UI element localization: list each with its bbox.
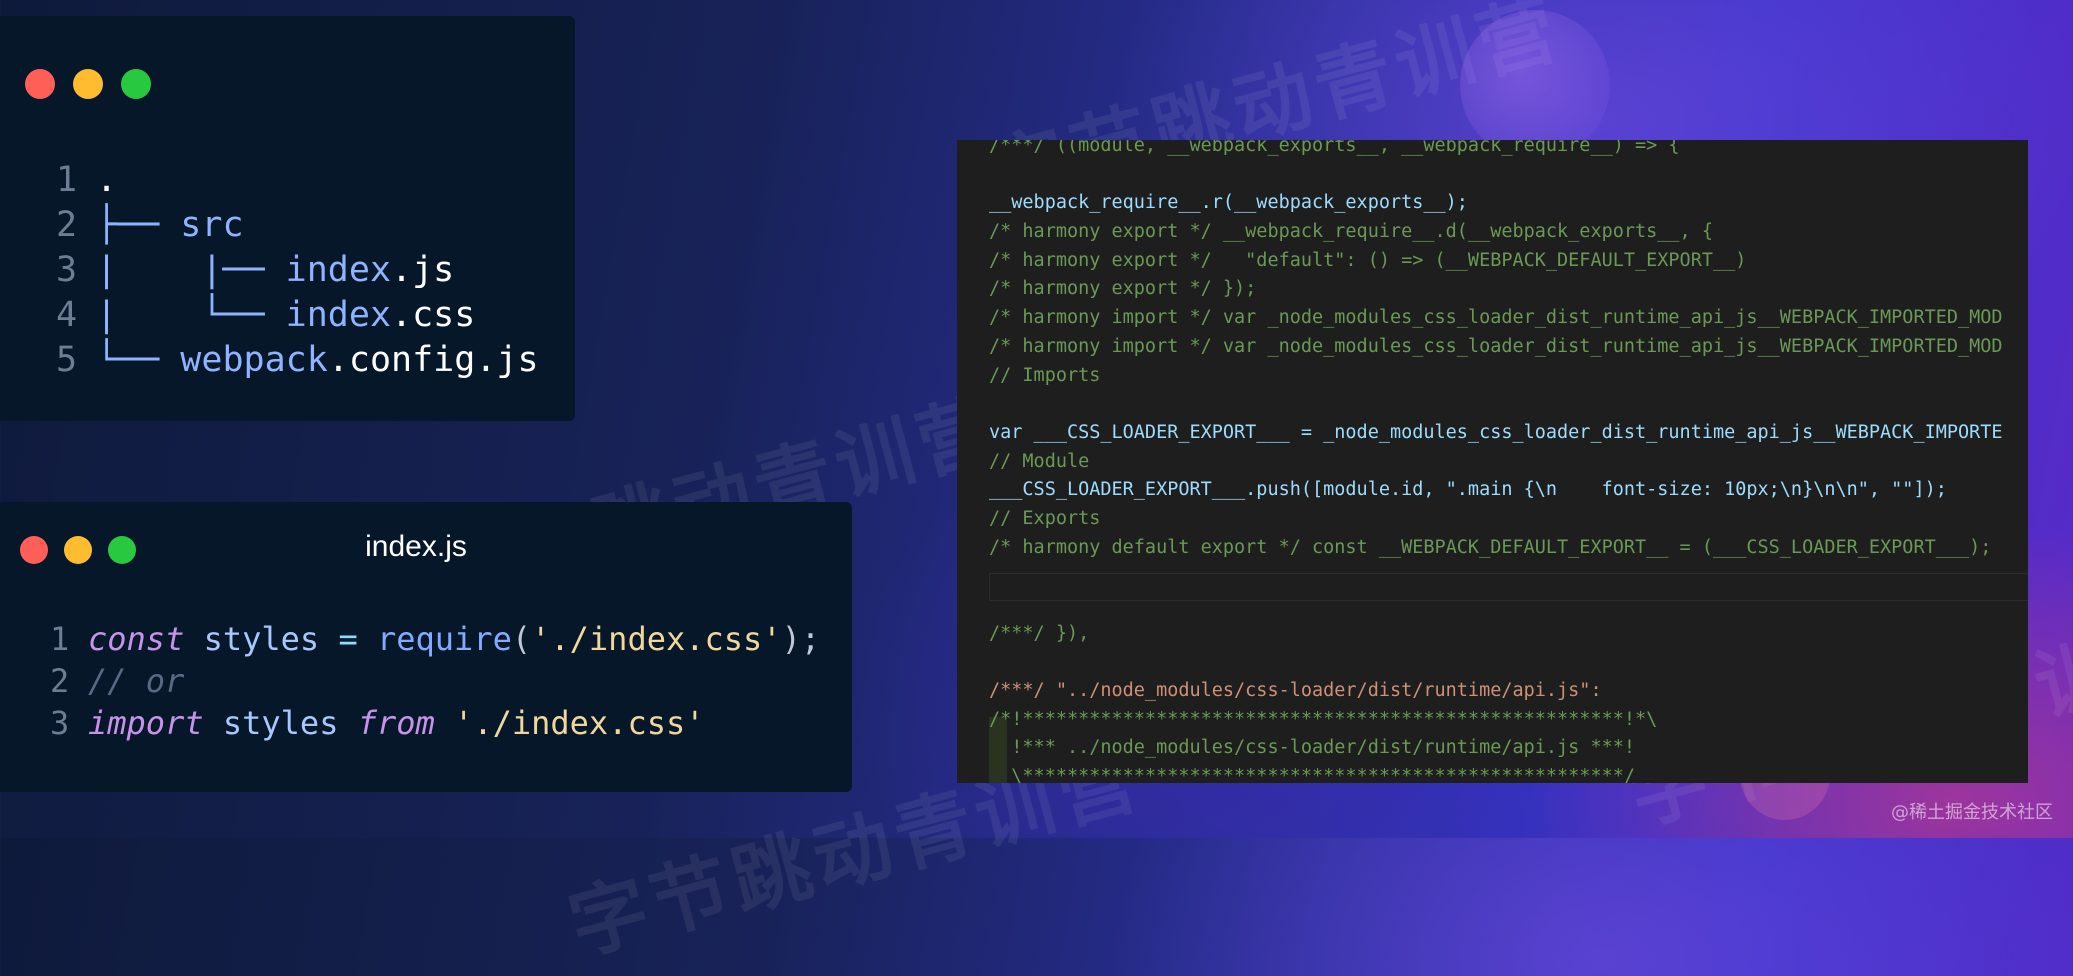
code-text: \***************************************… bbox=[989, 766, 1636, 783]
tree-node-name: index bbox=[285, 250, 392, 290]
code-line: 2 // or bbox=[50, 660, 820, 702]
line-number: 4 bbox=[56, 295, 78, 335]
code-text: // Module bbox=[989, 450, 1090, 472]
bundle-code: /***/ ((module, __webpack_exports__, __w… bbox=[989, 140, 2003, 783]
tree-node-extension: .js bbox=[391, 250, 455, 290]
tree-node-extension: .css bbox=[391, 295, 476, 335]
code-identifier: styles bbox=[203, 704, 358, 742]
code-line: ___CSS_LOADER_EXPORT___.push([module.id,… bbox=[989, 476, 2003, 505]
code-line: __webpack_require__.r(__webpack_exports_… bbox=[989, 189, 2003, 218]
file-tree: 1. 2 ├── src 3 | |── index .js 4 | └── index… bbox=[56, 158, 539, 383]
code-text: /* harmony import */ var _node_modules_c… bbox=[989, 335, 2003, 357]
code-identifier: styles bbox=[184, 620, 339, 658]
line-number: 1 bbox=[56, 160, 78, 200]
code-text: /* harmony import */ var _node_modules_c… bbox=[989, 307, 2003, 329]
code-line: // Module bbox=[989, 448, 2003, 477]
tree-branch: | └── bbox=[96, 295, 286, 335]
tree-line: 4 | └── index .css bbox=[56, 293, 539, 338]
code-string: './index.css' bbox=[531, 620, 782, 658]
code-line: 1 const styles = require('./index.css'); bbox=[50, 618, 820, 660]
window-controls bbox=[25, 69, 151, 99]
bundle-output-window: /***/ ((module, __webpack_exports__, __w… bbox=[957, 140, 2028, 783]
code-text: ___CSS_LOADER_EXPORT___.push([module.id,… bbox=[989, 479, 1947, 501]
tree-node-name: . bbox=[96, 160, 118, 200]
code-text: // Exports bbox=[989, 507, 1101, 529]
code-keyword: const bbox=[88, 620, 185, 658]
tree-branch: ├── bbox=[96, 205, 181, 245]
window-title: index.js bbox=[365, 530, 467, 563]
code-text: /* harmony export */ }); bbox=[989, 278, 1257, 300]
code-keyword: import bbox=[88, 704, 204, 742]
tree-node-name: src bbox=[180, 205, 244, 245]
code-line: \***************************************… bbox=[989, 763, 2003, 783]
tree-line: 1. bbox=[56, 158, 539, 203]
code-text: /*!*************************************… bbox=[989, 708, 1658, 730]
tree-branch: | |── bbox=[96, 250, 286, 290]
code-line: /*!*************************************… bbox=[989, 706, 2003, 735]
js-code: 1 const styles = require('./index.css'); … bbox=[50, 618, 820, 744]
code-text: /* harmony default export */ const __WEB… bbox=[989, 536, 1992, 558]
code-line: /***/ }), bbox=[989, 620, 2003, 649]
code-line: /* harmony import */ var _node_modules_c… bbox=[989, 304, 2003, 333]
maximize-window-icon[interactable] bbox=[121, 69, 151, 99]
code-text: var ___CSS_LOADER_EXPORT___ = _node_modu… bbox=[989, 421, 2003, 443]
line-number: 1 bbox=[50, 620, 70, 658]
code-line: // Imports bbox=[989, 362, 2003, 391]
tree-node-name: index bbox=[285, 295, 392, 335]
line-number: 3 bbox=[50, 704, 70, 742]
tree-line: 3 | |── index .js bbox=[56, 248, 539, 293]
code-text: // Imports bbox=[989, 364, 1101, 386]
code-punctuation: ); bbox=[781, 620, 821, 658]
code-line: var ___CSS_LOADER_EXPORT___ = _node_modu… bbox=[989, 419, 2003, 448]
code-punctuation: ( bbox=[511, 620, 532, 658]
code-text: /* harmony export */ __webpack_require__… bbox=[989, 221, 1713, 243]
code-text: /***/ }), bbox=[989, 622, 1090, 644]
code-string: './index.css' bbox=[434, 704, 705, 742]
tree-line: 5 └── webpack .config.js bbox=[56, 338, 539, 383]
index-js-window: index.js 1 const styles = require('./inde… bbox=[0, 502, 852, 792]
tree-line: 2 ├── src bbox=[56, 203, 539, 248]
line-number: 3 bbox=[56, 250, 78, 290]
code-line: /***/ ((module, __webpack_exports__, __w… bbox=[989, 140, 2003, 161]
file-tree-window: 1. 2 ├── src 3 | |── index .js 4 | └── index… bbox=[0, 16, 575, 421]
code-text: /* harmony export */ "default": () => (_… bbox=[989, 249, 1747, 271]
code-comment: // or bbox=[88, 662, 185, 700]
code-line: /* harmony default export */ const __WEB… bbox=[989, 534, 2003, 563]
code-function: require bbox=[357, 620, 512, 658]
decorative-planet bbox=[1460, 10, 1610, 160]
code-line: /* harmony export */ "default": () => (_… bbox=[989, 247, 2003, 276]
code-text: /***/ "../node_modules/css-loader/dist/r… bbox=[989, 680, 1602, 702]
tree-node-name: webpack bbox=[180, 340, 328, 380]
code-keyword: from bbox=[357, 704, 435, 742]
code-comment: /***/ ((module, __webpack_exports__, __w… bbox=[989, 140, 1680, 156]
code-line: /***/ "../node_modules/css-loader/dist/r… bbox=[989, 677, 2003, 706]
line-number: 2 bbox=[50, 662, 70, 700]
tree-branch: └── bbox=[96, 340, 181, 380]
footer-watermark: @稀土掘金技术社区 bbox=[1891, 802, 2053, 823]
close-window-icon[interactable] bbox=[25, 69, 55, 99]
code-line: 3 import styles from './index.css' bbox=[50, 702, 820, 744]
minimize-window-icon[interactable] bbox=[73, 69, 103, 99]
code-line: /* harmony export */ }); bbox=[989, 275, 2003, 304]
code-line: // Exports bbox=[989, 505, 2003, 534]
code-line: /* harmony export */ __webpack_require__… bbox=[989, 218, 2003, 247]
line-number: 2 bbox=[56, 205, 78, 245]
code-line: /* harmony import */ var _node_modules_c… bbox=[989, 333, 2003, 362]
line-number: 5 bbox=[56, 340, 78, 380]
tree-node-extension: .config.js bbox=[327, 340, 539, 380]
code-text: __webpack_require__.r(__webpack_exports_… bbox=[989, 192, 1468, 214]
code-line: !*** ../node_modules/css-loader/dist/run… bbox=[989, 734, 2003, 763]
code-operator: = bbox=[338, 620, 358, 658]
code-text: !*** ../node_modules/css-loader/dist/run… bbox=[989, 737, 1636, 759]
